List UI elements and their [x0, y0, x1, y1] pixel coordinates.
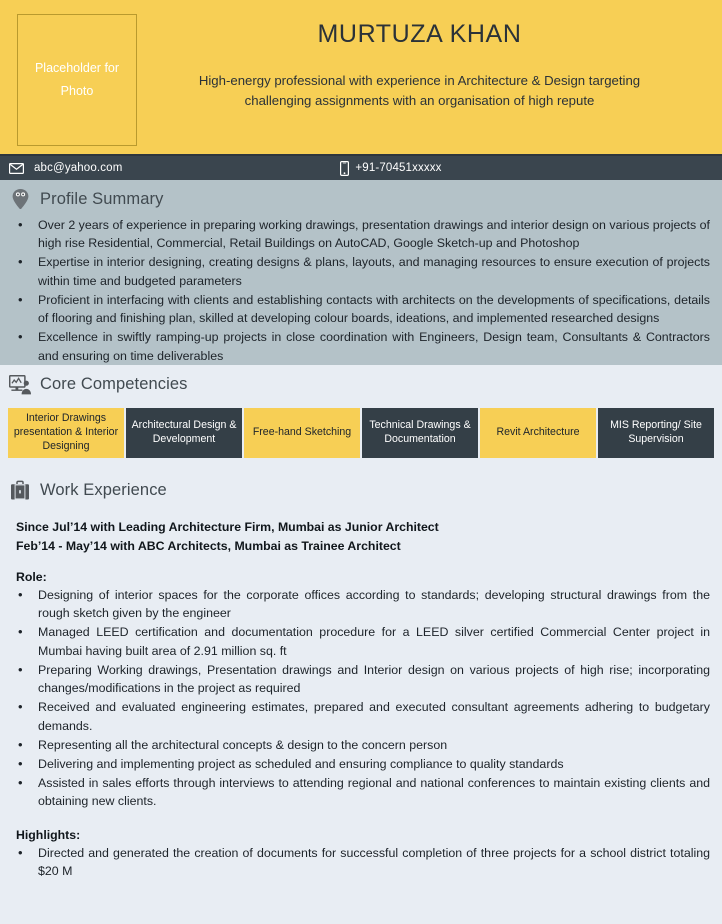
competency-label: Free-hand Sketching: [252, 425, 352, 438]
contact-email[interactable]: abc@yahoo.com: [9, 162, 122, 174]
list-item: Managed LEED certification and documenta…: [0, 622, 722, 659]
role-label: Role:: [16, 569, 47, 584]
job-entry-previous: Feb’14 - May’14 with ABC Architects, Mum…: [16, 538, 401, 553]
mobile-phone-icon: [340, 160, 350, 176]
candidate-name: MURTUZA KHAN: [317, 20, 522, 48]
list-item: Assisted in sales efforts through interv…: [0, 773, 722, 810]
work-experience-heading: Work Experience: [0, 472, 722, 508]
competency-box: Technical Drawings & Documentation: [362, 407, 478, 458]
competency-label: Revit Architecture: [496, 425, 580, 438]
competency-label: MIS Reporting/ Site Supervision: [610, 418, 702, 445]
list-item: Delivering and implementing project as s…: [0, 754, 722, 773]
contact-phone-text: +91-70451xxxxx: [355, 162, 442, 174]
header-text-block: MURTUZA KHAN High-energy professional wi…: [137, 0, 722, 112]
highlights-label: Highlights:: [16, 827, 81, 842]
competency-label: Interior Drawings presentation & Interio…: [13, 411, 119, 452]
list-item: Preparing Working drawings, Presentation…: [0, 660, 722, 697]
list-item: Representing all the architectural conce…: [0, 735, 722, 754]
core-competencies-grid: Interior Drawings presentation & Interio…: [8, 407, 714, 458]
list-item: Over 2 years of experience in preparing …: [0, 215, 722, 252]
competency-box: Interior Drawings presentation & Interio…: [8, 407, 124, 458]
work-experience-section: Work Experience Since Jul’14 with Leadin…: [0, 471, 722, 881]
competency-label: Technical Drawings & Documentation: [369, 418, 471, 445]
contact-bar: abc@yahoo.com +91-70451xxxxx: [0, 154, 722, 180]
briefcase-icon: [8, 478, 32, 504]
competency-box: Free-hand Sketching: [244, 407, 360, 458]
profile-summary-heading: Profile Summary: [0, 180, 722, 216]
competency-box: MIS Reporting/ Site Supervision: [598, 407, 714, 458]
competency-label: Architectural Design & Development: [131, 418, 237, 445]
photo-placeholder-line1: Placeholder for: [34, 60, 120, 75]
resume-document: Placeholder for Photo MURTUZA KHAN High-…: [0, 0, 722, 924]
list-item: Proficient in interfacing with clients a…: [0, 290, 722, 327]
presentation-board-icon: [8, 372, 32, 398]
photo-placeholder-line2: Photo: [60, 84, 94, 98]
profile-summary-section: Profile Summary Over 2 years of experien…: [0, 180, 722, 365]
profile-head-icon: [8, 186, 32, 212]
role-bullet-list: Designing of interior spaces for the cor…: [0, 585, 722, 811]
list-item: Received and evaluated engineering estim…: [0, 697, 722, 734]
employment-history: Since Jul’14 with Leading Architecture F…: [0, 508, 722, 556]
list-item: Expertise in interior designing, creatin…: [0, 252, 722, 289]
list-item: Designing of interior spaces for the cor…: [0, 585, 722, 622]
list-item: Directed and generated the creation of d…: [0, 843, 722, 880]
profile-summary-title: Profile Summary: [40, 189, 164, 208]
resume-header: Placeholder for Photo MURTUZA KHAN High-…: [0, 0, 722, 154]
candidate-tagline: High-energy professional with experience…: [198, 73, 641, 109]
competency-box: Revit Architecture: [480, 407, 596, 458]
core-competencies-section: Core Competencies Interior Drawings pres…: [0, 365, 722, 458]
work-experience-title: Work Experience: [40, 481, 167, 500]
job-entry-current: Since Jul’14 with Leading Architecture F…: [16, 519, 439, 534]
photo-placeholder[interactable]: Placeholder for Photo: [17, 14, 137, 146]
core-competencies-heading: Core Competencies: [0, 366, 722, 402]
competency-box: Architectural Design & Development: [126, 407, 242, 458]
profile-summary-list: Over 2 years of experience in preparing …: [0, 215, 722, 365]
contact-phone[interactable]: +91-70451xxxxx: [340, 160, 442, 176]
core-competencies-title: Core Competencies: [40, 375, 188, 394]
envelope-icon: [9, 162, 24, 174]
highlights-bullet-list: Directed and generated the creation of d…: [0, 843, 722, 880]
list-item: Excellence in swiftly ramping-up project…: [0, 327, 722, 364]
contact-email-text: abc@yahoo.com: [34, 162, 123, 174]
